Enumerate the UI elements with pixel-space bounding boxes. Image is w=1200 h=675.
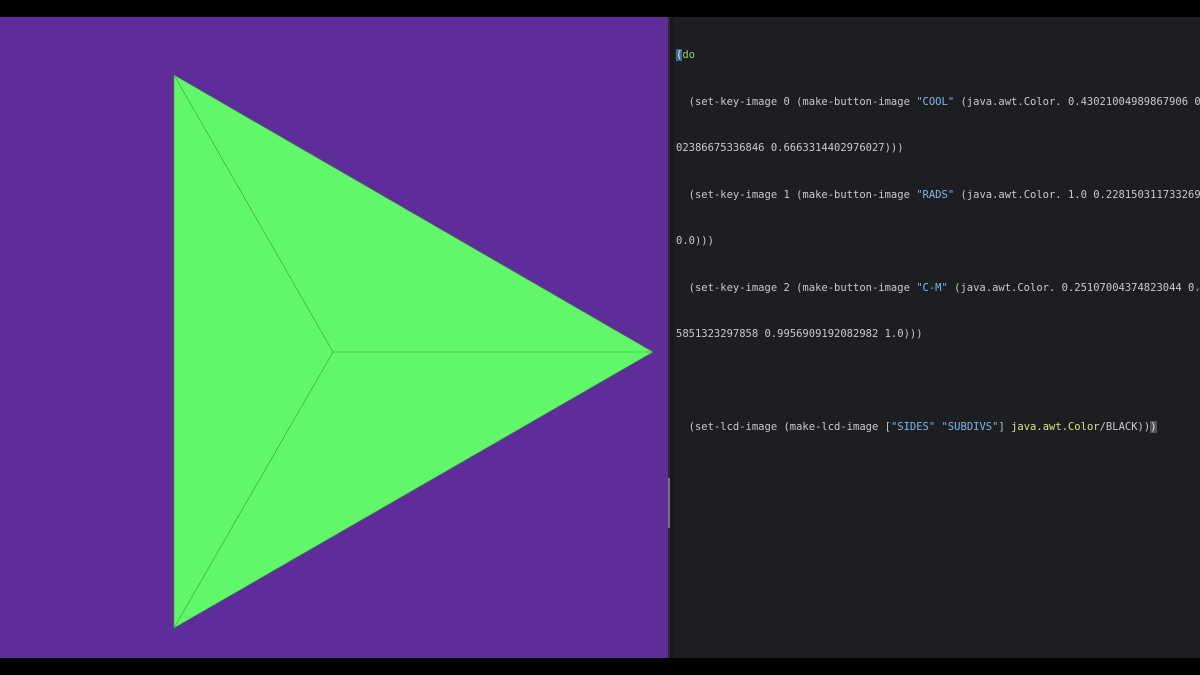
cursor-close-paren: ): [1150, 421, 1157, 433]
string-literal: "SIDES": [890, 421, 936, 433]
editor-gutter: [670, 17, 674, 658]
code-text: 0.0))): [676, 235, 714, 247]
code-line-5: ↪0.0))): [670, 234, 1191, 250]
code-line-4: (set-key-image 1 (make-button-image "RAD…: [676, 188, 1200, 204]
letterbox-bottom: [0, 658, 1200, 675]
wrap-icon: ↩: [1196, 190, 1200, 200]
code-line-1: (do: [676, 48, 1191, 64]
wrap-icon: ↩: [1196, 97, 1200, 107]
code-line-7: ↪5851323297858 0.9956909192082982 1.0))): [670, 327, 1191, 343]
string-literal: "RADS": [916, 188, 955, 201]
code-text: (set-key-image 2 (make-button-image: [676, 281, 917, 294]
class-name: java.awt.Color: [1011, 421, 1100, 433]
triangle-shape: [173, 74, 654, 629]
code-text: 5851323297858 0.9956909192082982 1.0))): [676, 328, 923, 340]
string-literal: "COOL": [916, 95, 955, 108]
triangle-figure: [173, 74, 654, 629]
keyword-do: do: [682, 49, 695, 61]
code-line-3: ↪02386675336846 0.6663314402976027))): [670, 141, 1191, 157]
code-editor[interactable]: (do (set-key-image 0 (make-button-image …: [670, 17, 1200, 658]
code-line-9: (set-lcd-image (make-lcd-image ["SIDES" …: [676, 420, 1191, 436]
string-literal: "C-M": [916, 281, 948, 294]
code-buffer[interactable]: (do (set-key-image 0 (make-button-image …: [670, 17, 1200, 467]
code-text: (set-key-image 0 (make-button-image: [676, 95, 917, 108]
code-text: (set-lcd-image (make-lcd-image [: [676, 421, 891, 433]
code-text: 02386675336846 0.6663314402976027))): [676, 142, 904, 154]
wrap-icon: ↩: [1196, 283, 1200, 293]
code-text: /BLACK)): [1099, 421, 1151, 433]
code-line-6: (set-key-image 2 (make-button-image "C-M…: [676, 281, 1200, 297]
render-canvas[interactable]: [0, 17, 668, 658]
string-literal: "SUBDIVS": [941, 421, 999, 433]
letterbox-top: [0, 0, 1200, 17]
code-text: (java.awt.Color. 1.0 0.22815031173326955: [954, 188, 1200, 201]
code-text: ]: [998, 421, 1012, 433]
code-text: (set-key-image 1 (make-button-image: [676, 188, 917, 201]
code-line-2: (set-key-image 0 (make-button-image "COO…: [676, 95, 1200, 111]
code-text: (java.awt.Color. 0.25107004374823044 0.9…: [947, 281, 1200, 294]
code-text: (java.awt.Color. 0.43021004989867906 0.2…: [954, 95, 1200, 108]
